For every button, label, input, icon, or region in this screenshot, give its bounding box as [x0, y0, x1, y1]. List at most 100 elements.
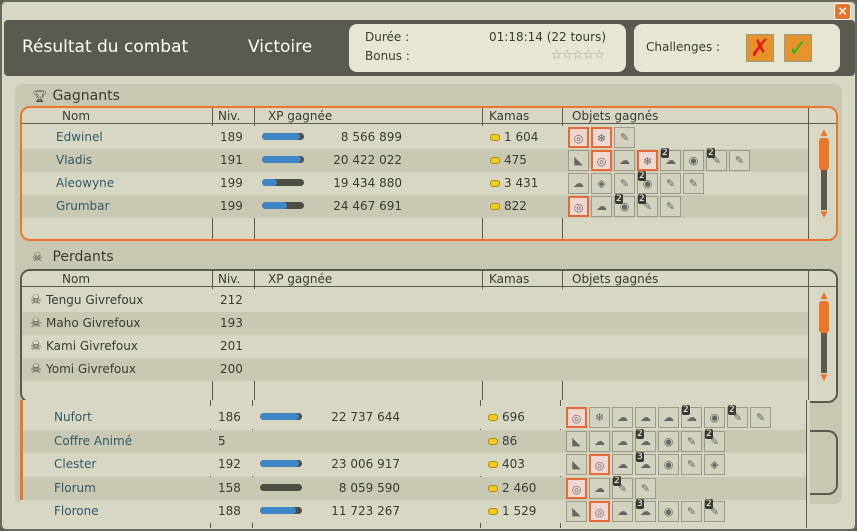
item-slot-icon[interactable]: ◎: [568, 127, 589, 148]
challenge-failed-icon[interactable]: ✗: [746, 34, 774, 62]
losers-scrollbar[interactable]: ▲ ▼: [818, 291, 830, 383]
challenge-success-icon[interactable]: ✓: [784, 34, 812, 62]
item-slot-icon[interactable]: ✎ 2: [637, 194, 658, 217]
item-slot-icon[interactable]: ◣: [566, 501, 587, 522]
scroll-up-icon[interactable]: ▲: [818, 291, 830, 301]
item-slot-icon[interactable]: ◈: [591, 173, 612, 194]
col-level[interactable]: Niv.: [214, 271, 240, 287]
item-slot-icon[interactable]: ☁: [635, 407, 656, 428]
player-name[interactable]: Nufort: [54, 406, 92, 429]
player-name[interactable]: ☠ Maho Givrefoux: [26, 312, 140, 335]
item-slot-icon[interactable]: ☁: [568, 173, 589, 194]
player-name[interactable]: ☠ Kami Givrefoux: [26, 335, 138, 358]
player-name[interactable]: Coffre Animé: [54, 430, 132, 453]
col-items[interactable]: Objets gagnés: [568, 108, 658, 124]
col-items[interactable]: Objets gagnés: [568, 271, 658, 287]
item-slot-icon[interactable]: ☁: [589, 477, 610, 499]
item-slot-icon[interactable]: ◎: [591, 150, 612, 171]
item-slot-icon[interactable]: ✎: [660, 173, 681, 194]
winner-row[interactable]: Aleowyne 199 19 434 880 3 431 ☁ ◈ ✎ ◉ 2 ✎ ✎: [22, 171, 808, 195]
col-kamas[interactable]: Kamas: [485, 271, 529, 287]
item-slot-icon[interactable]: ✎ 2: [704, 428, 725, 452]
col-name[interactable]: Nom: [58, 108, 90, 124]
item-slot-icon[interactable]: ◉: [658, 454, 679, 475]
item-slot-icon[interactable]: ◎: [568, 196, 589, 217]
item-slot-icon[interactable]: ◉: [683, 150, 704, 171]
item-slot-icon[interactable]: ❄: [637, 150, 658, 171]
item-slot-icon[interactable]: ◎: [589, 501, 610, 522]
item-slot-icon[interactable]: ☁: [612, 430, 633, 452]
item-slot-icon[interactable]: ◣: [566, 454, 587, 475]
item-slot-icon[interactable]: ✎: [681, 501, 702, 522]
item-slot-icon[interactable]: ✎ 2: [612, 475, 633, 499]
item-slot-icon[interactable]: ✎: [614, 173, 635, 194]
item-slot-icon[interactable]: ✎: [681, 454, 702, 475]
scroll-thumb[interactable]: [819, 301, 829, 333]
col-kamas[interactable]: Kamas: [485, 108, 529, 124]
winner-row[interactable]: Vladis 191 20 422 022 475 ◣ ◎ ☁ ❄ ☁ 2 ◉ ✎ 2 ✎: [22, 148, 808, 172]
item-slot-icon[interactable]: ◉: [658, 501, 679, 522]
item-slot-icon[interactable]: ☁ 2: [635, 428, 656, 452]
winners-scrollbar[interactable]: ▲ ▼: [818, 128, 830, 220]
item-slot-icon[interactable]: ◣: [566, 430, 587, 452]
col-xp[interactable]: XP gagnée: [264, 108, 332, 124]
player-name[interactable]: ☠ Tengu Givrefoux: [26, 289, 143, 312]
item-slot-icon[interactable]: ✎ 2: [727, 405, 748, 428]
item-slot-icon[interactable]: ☁ 2: [681, 405, 702, 428]
item-slot-icon[interactable]: ◉ 2: [614, 194, 635, 217]
item-slot-icon[interactable]: ☁: [591, 196, 612, 217]
player-name[interactable]: Clester: [54, 453, 96, 476]
item-slot-icon[interactable]: ☁: [612, 501, 633, 522]
loser-row[interactable]: ☠ Yomi Givrefoux 200: [22, 358, 808, 381]
col-level[interactable]: Niv.: [214, 108, 240, 124]
scroll-thumb[interactable]: [819, 138, 829, 170]
item-slot-icon[interactable]: ✎ 2: [706, 148, 727, 171]
item-slot-icon[interactable]: ✎: [614, 127, 635, 148]
ally-row[interactable]: Florone 188 11 723 267 1 529 ◣ ◎ ☁ ☁ 3 ◉ ✎ ✎ 2: [20, 499, 806, 523]
item-slot-icon[interactable]: ✎: [729, 150, 750, 171]
item-slot-icon[interactable]: ✎: [681, 430, 702, 452]
item-slot-icon[interactable]: ☁ 3: [635, 452, 656, 475]
item-slot-icon[interactable]: ✎: [750, 407, 771, 428]
item-slot-icon[interactable]: ❄: [591, 127, 612, 148]
ally-row[interactable]: Clester 192 23 006 917 403 ◣ ◎ ☁ ☁ 3 ◉ ✎ ◈: [20, 452, 806, 476]
loser-row[interactable]: ☠ Maho Givrefoux 193: [22, 312, 808, 335]
item-slot-icon[interactable]: ◎: [589, 454, 610, 475]
close-button[interactable]: ×: [834, 3, 851, 20]
scroll-down-icon[interactable]: ▼: [818, 373, 830, 383]
item-slot-icon[interactable]: ✎: [683, 173, 704, 194]
item-slot-icon[interactable]: ☁: [589, 430, 610, 452]
loser-row[interactable]: ☠ Kami Givrefoux 201: [22, 335, 808, 358]
item-slot-icon[interactable]: ✎ 2: [704, 499, 725, 522]
item-slot-icon[interactable]: ◉: [658, 430, 679, 452]
winner-row[interactable]: Edwinel 189 8 566 899 1 604 ◎ ❄ ✎: [22, 126, 808, 149]
player-name[interactable]: Florum: [54, 477, 96, 500]
item-slot-icon[interactable]: ◎: [566, 407, 587, 428]
winner-row[interactable]: Grumbar 199 24 467 691 822 ◎ ☁ ◉ 2 ✎ 2 ✎: [22, 194, 808, 218]
item-slot-icon[interactable]: ☁: [612, 407, 633, 428]
player-name[interactable]: Florone: [54, 500, 99, 523]
item-slot-icon[interactable]: ◉ 2: [637, 171, 658, 194]
item-slot-icon[interactable]: ☁ 3: [635, 499, 656, 522]
item-slot-icon[interactable]: ✎: [635, 477, 656, 499]
player-name[interactable]: Aleowyne: [56, 172, 114, 195]
item-slot-icon[interactable]: ✎: [660, 196, 681, 217]
item-slot-icon[interactable]: ◉: [704, 407, 725, 428]
player-name[interactable]: Edwinel: [56, 126, 103, 149]
player-name[interactable]: Vladis: [56, 149, 92, 172]
ally-row[interactable]: Nufort 186 22 737 644 696 ◎ ❄ ☁ ☁ ☁ ☁ 2 ◉ ✎ 2 ✎: [20, 405, 806, 429]
scroll-down-icon[interactable]: ▼: [818, 210, 830, 220]
item-slot-icon[interactable]: ◎: [566, 477, 587, 499]
item-slot-icon[interactable]: ❄: [589, 407, 610, 428]
item-slot-icon[interactable]: ☁ 2: [660, 148, 681, 171]
col-xp[interactable]: XP gagnée: [264, 271, 332, 287]
item-slot-icon[interactable]: ◣: [568, 150, 589, 171]
player-name[interactable]: Grumbar: [56, 195, 109, 218]
ally-row[interactable]: Florum 158 8 059 590 2 460 ◎ ☁ ✎ 2 ✎: [20, 475, 806, 500]
item-slot-icon[interactable]: ☁: [612, 454, 633, 475]
ally-row[interactable]: Coffre Animé 5 86 ◣ ☁ ☁ ☁ 2 ◉ ✎ ✎ 2: [20, 428, 806, 453]
scroll-up-icon[interactable]: ▲: [818, 128, 830, 138]
player-name[interactable]: ☠ Yomi Givrefoux: [26, 358, 136, 381]
col-name[interactable]: Nom: [58, 271, 90, 287]
item-slot-icon[interactable]: ◈: [704, 454, 725, 475]
